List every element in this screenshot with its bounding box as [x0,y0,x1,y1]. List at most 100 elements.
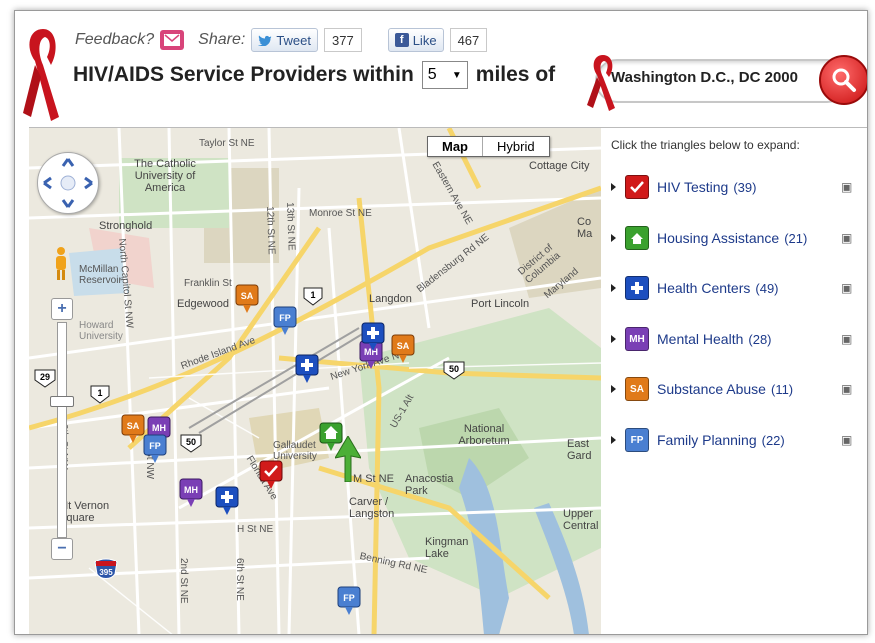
substance-abuse-marker[interactable]: SA [235,284,259,314]
map-label: Monroe St NE [309,208,372,219]
mental-health-marker[interactable]: MH [179,478,203,508]
map-label: Stronghold [99,220,153,232]
search-button[interactable] [819,55,867,105]
map-type-map-button[interactable]: Map [428,137,483,156]
zoom-slider-handle[interactable] [50,396,74,407]
title-row: HIV/AIDS Service Providers within 5 ▼ mi… [73,61,555,89]
share-row: Feedback? Share: Tweet 377 f Like 467 [75,27,488,53]
svg-text:1: 1 [97,388,102,398]
map-label: Mt Vernon Square [59,500,110,524]
route-shield-icon: 1 [303,287,323,306]
side-marker-icon: ▣ [841,433,853,447]
map-label: Upper Central [563,508,599,532]
purple-mh-icon: MH [625,327,649,351]
like-label: Like [412,32,437,48]
category-mental-health[interactable]: MH Mental Health (28) [611,324,861,354]
map-label: 12th St NE [264,206,277,255]
family-planning-marker[interactable]: FP [337,586,361,616]
category-label: Housing Assistance [657,230,780,246]
search-area: Washington D.C., DC 2000 [575,47,867,119]
tweet-label: Tweet [276,32,311,48]
category-hiv-testing[interactable]: HIV Testing (39) [611,172,861,202]
expand-triangle-icon[interactable] [611,385,616,393]
substance-abuse-marker[interactable]: SA [121,414,145,444]
svg-text:50: 50 [449,364,459,374]
blue-cross-icon [625,276,649,300]
location-arrow-icon [335,436,361,482]
family-planning-marker[interactable]: FP [143,434,167,464]
interstate-shield-icon: 395 [94,558,118,579]
street-view-pegman-icon[interactable] [53,246,69,282]
map-label: Cottage City [529,160,590,172]
health-center-marker[interactable] [295,354,319,384]
hiv-testing-marker[interactable] [259,460,283,490]
category-label: Mental Health [657,331,744,347]
svg-text:395: 395 [99,568,113,577]
svg-text:50: 50 [186,437,196,447]
map-label: The Catholic University of America [134,158,196,194]
like-button[interactable]: f Like [387,28,444,52]
map-label: Carver / Langston [349,496,395,520]
map-label: East Gard [567,438,592,462]
svg-text:FP: FP [149,441,161,451]
route-shield-icon: 29 [34,369,56,388]
svg-text:SA: SA [241,291,254,301]
map-label: Edgewood [177,298,229,310]
map-label: 13th St NE [284,202,297,251]
svg-text:29: 29 [40,372,50,382]
svg-text:1: 1 [310,290,315,300]
map-label: Anacostia Park [405,473,454,497]
side-marker-icon: ▣ [841,382,853,396]
blue-fp-icon: FP [625,428,649,452]
family-planning-marker[interactable]: FP [273,306,297,336]
expand-triangle-icon[interactable] [611,335,616,343]
map-label: National Arboretum [458,423,510,447]
substance-abuse-marker[interactable]: SA [391,334,415,364]
expand-triangle-icon[interactable] [611,284,616,292]
map-label: Kingman Lake [425,536,469,560]
orange-sa-icon: SA [625,377,649,401]
map-label: Port Lincoln [471,298,530,310]
health-center-marker[interactable] [215,486,239,516]
zoom-slider-track[interactable] [57,322,67,538]
category-count: (28) [748,331,772,347]
tweet-button[interactable]: Tweet [251,28,318,52]
expand-triangle-icon[interactable] [611,183,616,191]
map-view[interactable]: Taylor St NE The Catholic University of … [29,127,601,634]
map-label: Langdon [369,293,412,305]
svg-text:MH: MH [184,485,198,495]
expand-triangle-icon[interactable] [611,436,616,444]
category-substance-abuse[interactable]: SA Substance Abuse (11) [611,374,861,404]
category-label: HIV Testing [657,179,729,195]
green-house-icon [625,226,649,250]
category-count: (39) [733,179,757,195]
title-suffix: miles of [475,63,556,86]
map-label: 2nd St NE [178,558,189,604]
category-housing-assistance[interactable]: Housing Assistance (21) [611,223,861,253]
route-shield-icon: 50 [180,434,202,453]
route-shield-icon: 50 [443,361,465,380]
category-health-centers[interactable]: Health Centers (49) [611,273,861,303]
expand-triangle-icon[interactable] [611,234,616,242]
pan-arrows-icon [43,158,93,208]
svg-text:FP: FP [343,593,355,603]
category-family-planning[interactable]: FP Family Planning (22) [611,425,861,455]
category-label: Family Planning [657,432,757,448]
health-center-marker[interactable] [361,322,385,352]
side-marker-icon: ▣ [841,332,853,346]
twitter-bird-icon [258,35,272,46]
feedback-label: Feedback? [75,31,155,48]
map-type-hybrid-button[interactable]: Hybrid [483,137,549,156]
pan-control[interactable] [37,152,99,214]
mail-icon[interactable] [160,30,185,50]
map-label: H St NE [237,524,274,535]
category-count: (49) [755,280,779,296]
zoom-out-button[interactable]: − [51,538,73,560]
map-label: Franklin St [184,278,232,289]
category-count: (11) [770,381,794,397]
miles-select[interactable]: 5 ▼ [421,61,468,89]
zoom-in-button[interactable]: + [51,298,73,320]
miles-value: 5 [427,66,437,83]
like-count: 467 [449,28,488,52]
chevron-down-icon: ▼ [451,69,462,81]
